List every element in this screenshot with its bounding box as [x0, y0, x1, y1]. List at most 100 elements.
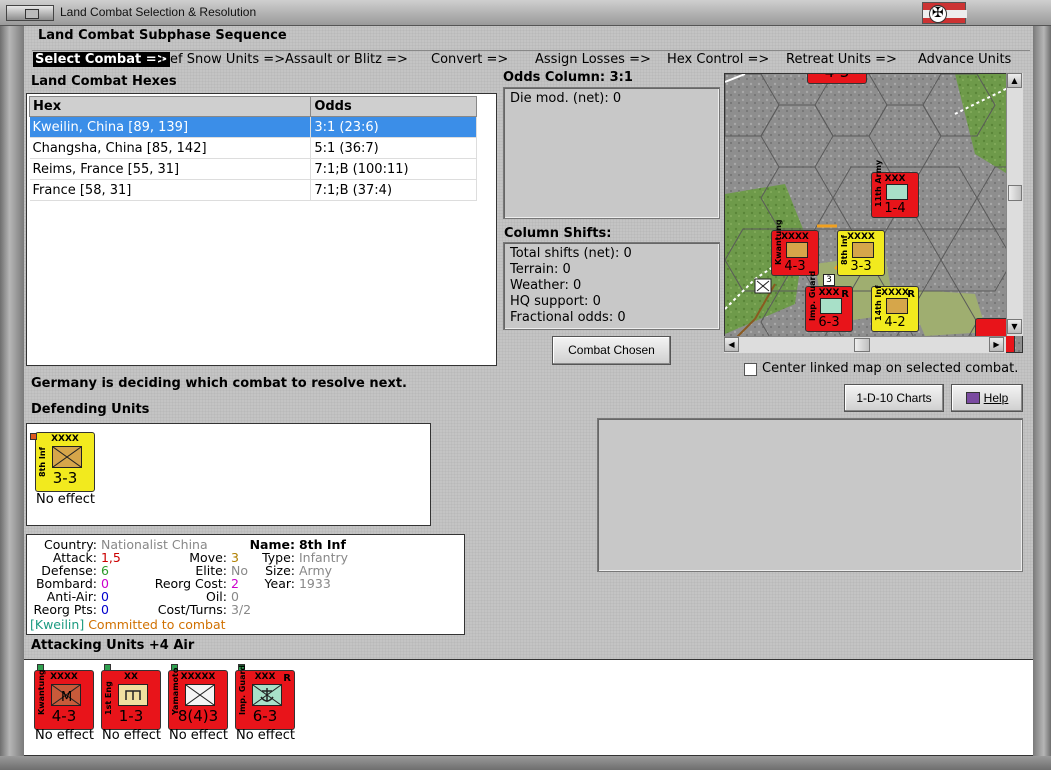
- charts-button[interactable]: 1-D-10 Charts: [844, 384, 944, 412]
- map-counter[interactable]: XXX 11th Army 1-4: [871, 160, 919, 218]
- table-row[interactable]: Changsha, China [85, 142] 5:1 (36:7): [29, 137, 477, 159]
- table-row[interactable]: Kweilin, China [89, 139] 3:1 (23:6): [29, 116, 477, 138]
- step-advance-units: Advance Units: [918, 52, 1012, 67]
- hq-marker: 3: [823, 274, 835, 286]
- mechanized-icon: M: [51, 684, 81, 706]
- table-row[interactable]: France [58, 31] 7:1;B (37:4): [29, 179, 477, 201]
- defending-title: Defending Units: [31, 402, 150, 417]
- map-counter-reg: R: [907, 289, 915, 300]
- svg-text:M: M: [61, 690, 72, 705]
- committed-text: Committed to combat: [88, 617, 226, 632]
- attacking-counter[interactable]: XXXX Kwantung M 4-3: [34, 664, 94, 730]
- horizontal-scroll-thumb[interactable]: [854, 338, 870, 352]
- status-message: Germany is deciding which combat to reso…: [31, 376, 407, 391]
- counter-strength: 4-3: [51, 707, 77, 725]
- army-group-icon: [185, 684, 215, 706]
- year-label: Year:: [264, 576, 295, 591]
- odds-cell: 5:1 (36:7): [310, 137, 477, 159]
- table-row[interactable]: Reims, France [55, 31] 7:1;B (100:11): [29, 158, 477, 180]
- scroll-up-icon[interactable]: ▲: [1007, 73, 1022, 88]
- hex-cell: Reims, France [55, 31]: [29, 158, 312, 180]
- combat-chosen-button[interactable]: Combat Chosen: [552, 336, 671, 365]
- title-bar: Land Combat Selection & Resolution: [0, 0, 1051, 26]
- center-map-label: Center linked map on selected combat.: [762, 361, 1019, 376]
- odds-cell: 7:1;B (100:11): [310, 158, 477, 180]
- map-counter-strength: 4-2: [884, 315, 906, 330]
- column-shifts-title: Column Shifts:: [504, 226, 612, 241]
- shift-weather: Weather: 0: [510, 278, 582, 293]
- window-title: Land Combat Selection & Resolution: [60, 5, 257, 19]
- map-counter-strength: 1-4: [884, 201, 906, 216]
- map-counter[interactable]: XXXX Kwantung 4-3: [771, 219, 819, 276]
- attacking-counter[interactable]: XX 1st Eng 1-3: [101, 664, 161, 730]
- column-header-odds[interactable]: Odds: [310, 96, 477, 117]
- odds-cell: 7:1;B (37:4): [310, 179, 477, 201]
- counter-strength: 1-3: [118, 707, 144, 725]
- map-counter[interactable]: XXX R Imp. Guard 6-3: [805, 271, 853, 332]
- hexes-panel: Hex Odds Kweilin, China [89, 139] 3:1 (2…: [26, 93, 497, 366]
- vertical-scroll-thumb[interactable]: [1008, 185, 1022, 201]
- cost-turns-label: Cost/Turns:: [157, 602, 227, 617]
- subphase-title: Land Combat Subphase Sequence: [38, 28, 287, 43]
- map-horizontal-scrollbar[interactable]: ◀ ▶: [724, 336, 1006, 353]
- shift-terrain: Terrain: 0: [510, 262, 571, 277]
- attacking-effect: No effect: [35, 728, 95, 743]
- odds-box: Die mod. (net): 0: [503, 87, 720, 219]
- defending-counter[interactable]: XXXX 8th Inf 3-3: [30, 432, 95, 492]
- window-frame-left: [0, 26, 24, 770]
- defending-panel: XXXX 8th Inf 3-3 No effect: [26, 423, 431, 526]
- map-counter-reg: R: [841, 289, 849, 300]
- column-shifts-box: Total shifts (net): 0 Terrain: 0 Weather…: [503, 242, 720, 330]
- attacking-counter[interactable]: XXXXX Yamamoto 8(4)3: [168, 664, 228, 730]
- germany-flag-icon: [922, 2, 967, 24]
- counter-strength: 6-3: [252, 707, 278, 725]
- shift-hq-support: HQ support: 0: [510, 294, 601, 309]
- engineer-icon: [118, 684, 148, 706]
- linked-map[interactable]: 4-3 XXX 11th Army 1-4 XXXX Kwantung 4-3 …: [724, 73, 1023, 353]
- attacking-panel: XXXX Kwantung M 4-3 No effect XX 1st Eng…: [24, 659, 1033, 756]
- year-value: 1933: [298, 576, 331, 591]
- map-counter-top[interactable]: 4-3: [807, 74, 867, 84]
- scroll-down-icon[interactable]: ▼: [1007, 319, 1022, 334]
- map-counter[interactable]: XXXX R 14th Inf 4-2: [871, 285, 919, 332]
- counter-reg: R: [283, 673, 291, 684]
- column-header-hex[interactable]: Hex: [28, 96, 312, 117]
- map-counter[interactable]: XXXX 8th Inf 3-3: [837, 230, 885, 276]
- infantry-icon: [886, 298, 908, 314]
- combat-results-panel: [597, 418, 1023, 572]
- book-icon: [965, 392, 980, 404]
- attacking-effect: No effect: [236, 728, 296, 743]
- die-mod-text: Die mod. (net): 0: [510, 91, 622, 106]
- step-retreat-units: Retreat Units =>: [786, 52, 897, 67]
- hexes-title: Land Combat Hexes: [31, 74, 177, 89]
- hex-cell: Changsha, China [85, 142]: [29, 137, 312, 159]
- anchor-icon: [820, 298, 842, 314]
- unit-details-panel: Country: Nationalist China Attack: 1,5 D…: [26, 534, 465, 635]
- anchor-icon: [886, 184, 908, 200]
- window-menu-icon[interactable]: [6, 5, 54, 21]
- attacking-title: Attacking Units +4 Air: [31, 638, 195, 653]
- step-assault-or-blitz: Assault or Blitz =>: [285, 52, 408, 67]
- status-pip: [104, 664, 111, 671]
- scroll-right-icon[interactable]: ▶: [989, 337, 1004, 352]
- hex-cell: France [58, 31]: [29, 179, 312, 201]
- infantry-icon: [852, 242, 874, 258]
- shift-fractional-odds: Fractional odds: 0: [510, 310, 626, 325]
- counter-size: XXXX: [51, 434, 79, 444]
- map-counter-strength: 4-3: [808, 74, 866, 81]
- location-text: [Kweilin]: [30, 617, 85, 632]
- help-button[interactable]: Help: [951, 384, 1023, 412]
- scroll-left-icon[interactable]: ◀: [724, 337, 739, 352]
- step-select-combat: Select Combat =>: [33, 52, 170, 67]
- map-vertical-scrollbar[interactable]: ▲ ▼: [1006, 73, 1023, 336]
- step-assign-losses: Assign Losses =>: [535, 52, 651, 67]
- help-label: Help: [983, 391, 1009, 405]
- step-convert: Convert =>: [431, 52, 509, 67]
- attacking-counter[interactable]: XXX R Imp. Guard 6-3: [235, 664, 295, 730]
- mechanized-icon: [786, 242, 808, 258]
- attacking-effect: No effect: [102, 728, 162, 743]
- center-map-checkbox[interactable]: [744, 363, 757, 376]
- counter-strength: 8(4)3: [177, 707, 219, 725]
- map-counter-strength: 3-3: [850, 259, 872, 274]
- odds-column-title: Odds Column: 3:1: [503, 70, 633, 85]
